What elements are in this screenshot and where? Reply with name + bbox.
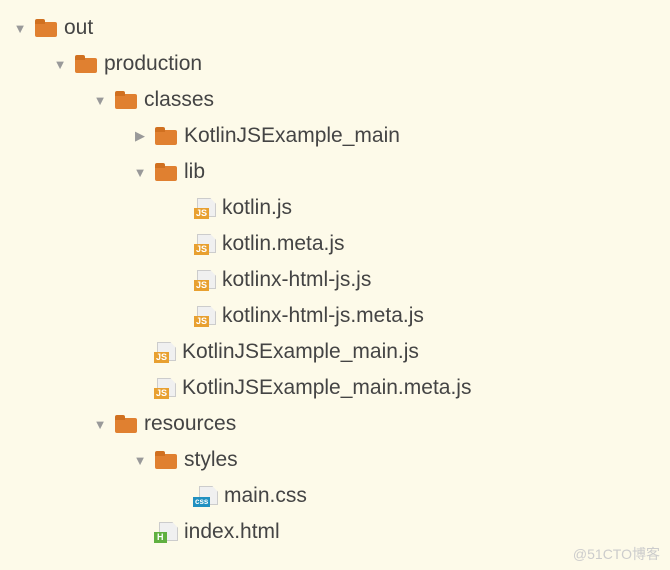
expand-toggle-icon[interactable] xyxy=(90,93,110,108)
folder-icon xyxy=(154,126,178,146)
tree-row-kjse-main-dir[interactable]: KotlinJSExample_main xyxy=(10,118,670,154)
tree-row-file[interactable]: KotlinJSExample_main.meta.js xyxy=(10,370,670,406)
folder-icon xyxy=(74,54,98,74)
tree-row-file[interactable]: kotlin.js xyxy=(10,190,670,226)
folder-label: production xyxy=(104,52,202,76)
expand-toggle-icon[interactable] xyxy=(130,453,150,468)
js-file-icon xyxy=(194,234,216,254)
file-label: kotlinx-html-js.meta.js xyxy=(222,304,424,328)
folder-label: out xyxy=(64,16,93,40)
expand-toggle-icon[interactable] xyxy=(50,57,70,72)
folder-label: KotlinJSExample_main xyxy=(184,124,400,148)
tree-row-file[interactable]: index.html xyxy=(10,514,670,550)
file-label: KotlinJSExample_main.meta.js xyxy=(182,376,471,400)
folder-label: resources xyxy=(144,412,236,436)
tree-row-file[interactable]: kotlinx-html-js.meta.js xyxy=(10,298,670,334)
folder-label: classes xyxy=(144,88,214,112)
js-file-icon xyxy=(154,378,176,398)
folder-icon xyxy=(34,18,58,38)
html-file-icon xyxy=(154,522,178,542)
js-file-icon xyxy=(194,270,216,290)
expand-toggle-icon[interactable] xyxy=(10,21,30,36)
file-label: kotlinx-html-js.js xyxy=(222,268,371,292)
file-label: kotlin.js xyxy=(222,196,292,220)
tree-row-production[interactable]: production xyxy=(10,46,670,82)
file-label: kotlin.meta.js xyxy=(222,232,345,256)
expand-toggle-icon[interactable] xyxy=(130,165,150,180)
tree-row-resources[interactable]: resources xyxy=(10,406,670,442)
js-file-icon xyxy=(154,342,176,362)
expand-toggle-icon[interactable] xyxy=(130,128,150,144)
project-tree: out production classes KotlinJSExample_m… xyxy=(0,0,670,550)
folder-icon xyxy=(114,90,138,110)
folder-icon xyxy=(154,162,178,182)
tree-row-file[interactable]: kotlinx-html-js.js xyxy=(10,262,670,298)
file-label: main.css xyxy=(224,484,307,508)
folder-icon xyxy=(154,450,178,470)
tree-row-file[interactable]: KotlinJSExample_main.js xyxy=(10,334,670,370)
tree-row-out[interactable]: out xyxy=(10,10,670,46)
folder-label: lib xyxy=(184,160,205,184)
tree-row-classes[interactable]: classes xyxy=(10,82,670,118)
tree-row-file[interactable]: kotlin.meta.js xyxy=(10,226,670,262)
file-label: KotlinJSExample_main.js xyxy=(182,340,419,364)
tree-row-file[interactable]: main.css xyxy=(10,478,670,514)
css-file-icon xyxy=(194,486,218,506)
js-file-icon xyxy=(194,198,216,218)
expand-toggle-icon[interactable] xyxy=(90,417,110,432)
file-label: index.html xyxy=(184,520,280,544)
js-file-icon xyxy=(194,306,216,326)
tree-row-lib[interactable]: lib xyxy=(10,154,670,190)
folder-icon xyxy=(114,414,138,434)
folder-label: styles xyxy=(184,448,238,472)
watermark-text: @51CTO博客 xyxy=(573,544,660,564)
tree-row-styles[interactable]: styles xyxy=(10,442,670,478)
